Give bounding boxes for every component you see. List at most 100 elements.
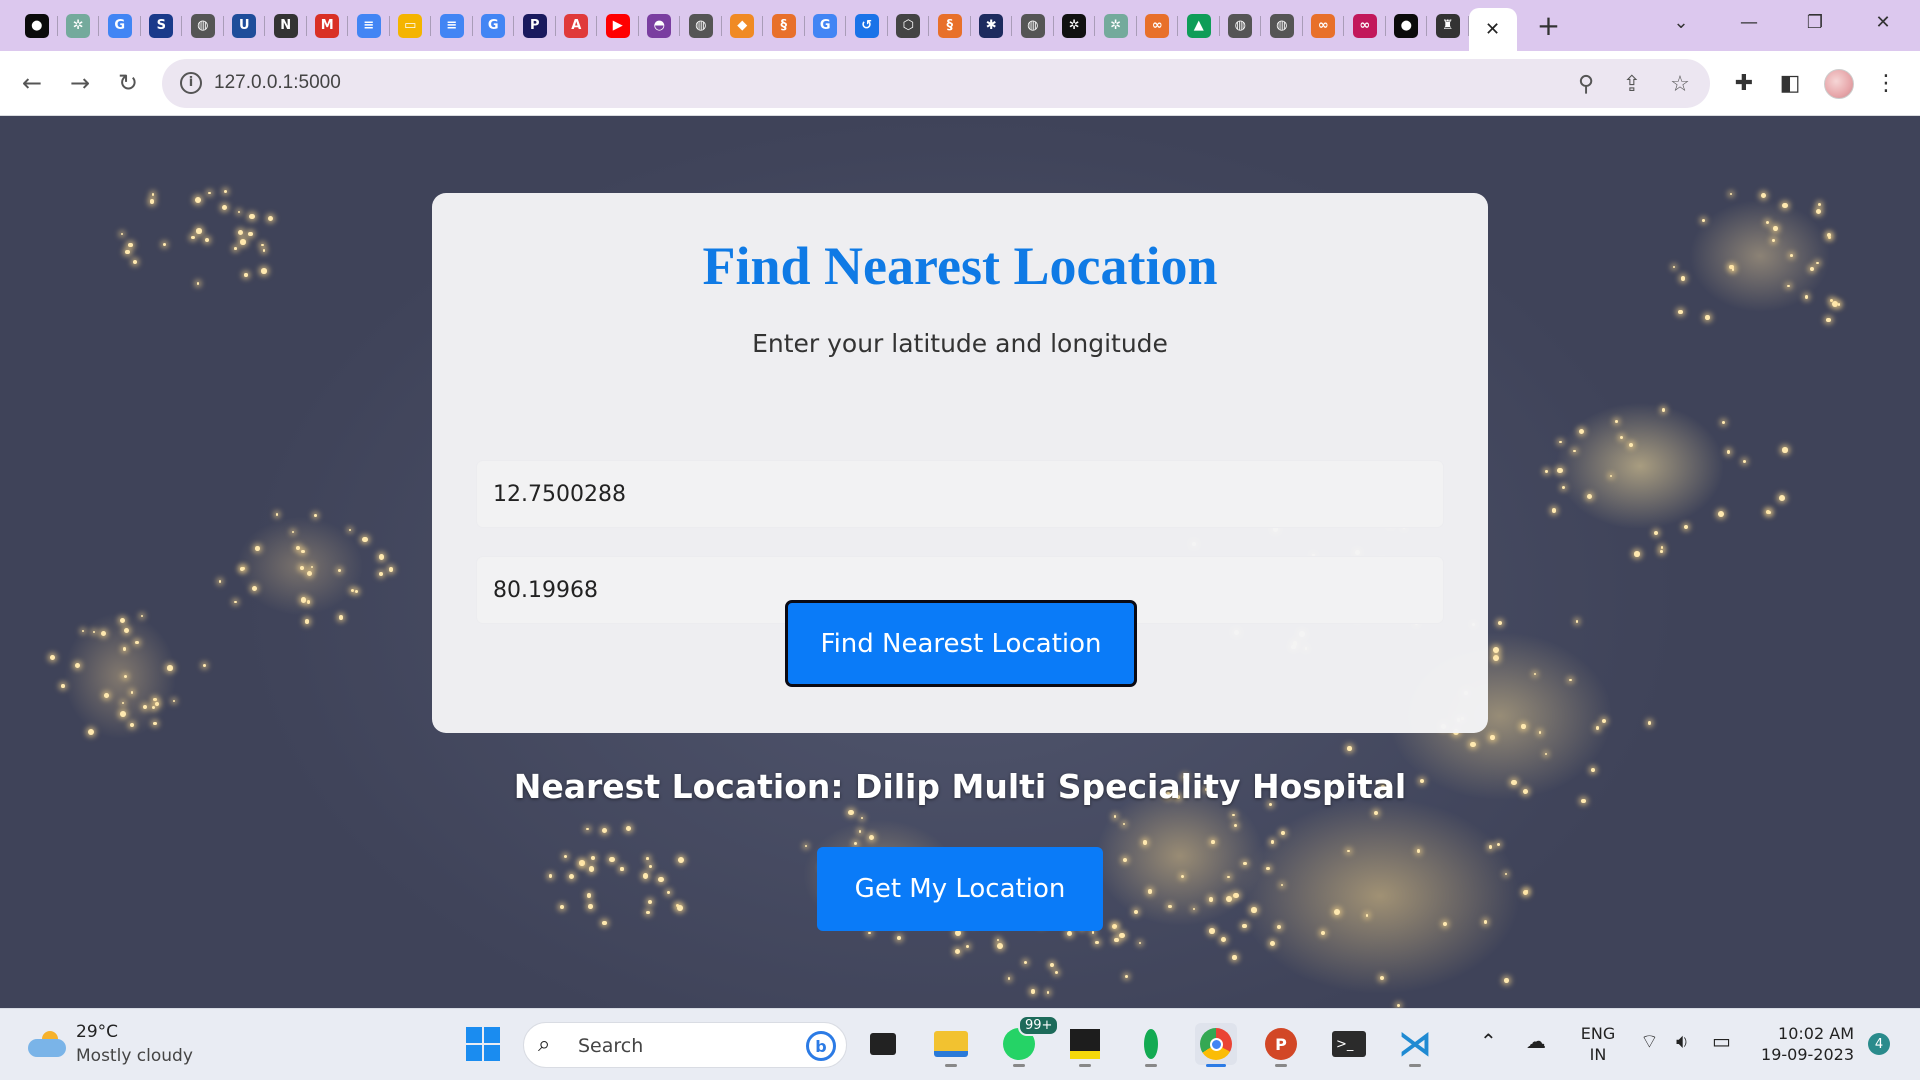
whatsapp-button[interactable]: 99+ [998,1015,1060,1067]
menu-kebab-icon[interactable]: ⋮ [1866,63,1906,103]
browser-tab[interactable]: ▭ [390,0,432,51]
city-light [140,615,144,618]
city-light [162,242,166,246]
location-pin-icon[interactable]: ⚲ [1572,70,1600,98]
mongodb-icon: ● [1394,13,1419,38]
browser-tab[interactable]: ▶ [597,0,639,51]
start-button[interactable] [462,1023,504,1065]
notification-count-badge[interactable]: 4 [1868,1033,1890,1055]
browser-tab[interactable]: ✲ [1095,0,1137,51]
new-tab-button[interactable]: + [1529,6,1569,46]
browser-tab[interactable]: § [929,0,971,51]
powerpoint-button[interactable]: P [1260,1023,1302,1067]
volume-icon[interactable]: 🔉︎ [1676,1029,1689,1053]
mongodb-compass-button[interactable] [1130,1023,1172,1067]
browser-tab[interactable]: A [556,0,598,51]
city-light [1730,192,1733,195]
city-light [1615,420,1618,423]
close-tab-icon[interactable]: ✕ [1485,19,1500,40]
latitude-input[interactable] [477,461,1443,527]
city-light [609,856,615,863]
browser-tab[interactable]: ⬡ [888,0,930,51]
show-hidden-icons-chevron-icon[interactable]: ⌃ [1480,1029,1497,1053]
browser-tab[interactable]: ◍ [1012,0,1054,51]
browser-tab[interactable]: ≡ [431,0,473,51]
share-icon[interactable]: ⇪ [1618,70,1646,98]
city-light [1575,620,1579,624]
city-light [234,601,237,604]
browser-tab[interactable]: ◓ [639,0,681,51]
browser-tab[interactable]: P [514,0,556,51]
chrome-button[interactable] [1195,1023,1237,1067]
browser-tab[interactable]: ∞ [1344,0,1386,51]
site-info-icon[interactable]: i [180,72,202,94]
forward-button[interactable]: → [60,63,100,103]
browser-tab[interactable]: ◍ [680,0,722,51]
browser-tab[interactable]: ∞ [1303,0,1345,51]
wifi-icon[interactable]: ⌔ [1640,1029,1659,1054]
sticky-notes-button[interactable] [1064,1023,1106,1067]
weather-cloud-icon[interactable] [28,1031,66,1057]
browser-tab[interactable]: S [141,0,183,51]
city-light [1470,741,1476,748]
browser-tab[interactable]: G [473,0,515,51]
city-light [626,826,631,831]
city-light [1761,192,1767,198]
browser-tab[interactable]: ↺ [846,0,888,51]
address-bar[interactable]: i 127.0.0.1:5000 ⚲ ⇪ ☆ [162,59,1710,108]
profile-avatar[interactable] [1824,69,1854,99]
city-light [1142,840,1148,846]
city-light [218,580,222,583]
onedrive-cloud-icon[interactable]: ☁ [1526,1029,1546,1053]
vscode-button[interactable]: ⋊ [1394,1023,1436,1067]
restore-button[interactable]: ❐ [1782,0,1848,44]
weather-description[interactable]: Mostly cloudy [76,1046,193,1066]
input-language[interactable]: ENG IN [1578,1023,1618,1065]
tab-search-chevron-icon[interactable]: ⌄ [1648,0,1714,44]
battery-icon[interactable]: ▭ [1712,1029,1731,1053]
city-light [658,876,664,883]
browser-tab[interactable]: ◆ [722,0,764,51]
browser-tab[interactable]: ✱ [971,0,1013,51]
drive-icon: ▲ [1186,13,1211,38]
city-light [1634,551,1640,557]
minimize-button[interactable]: — [1716,0,1782,44]
browser-tab[interactable]: M [307,0,349,51]
system-clock[interactable]: 10:02 AM 19-09-2023 [1752,1023,1854,1065]
browser-tab[interactable]: ◍ [1261,0,1303,51]
city-light [74,663,80,669]
weather-temperature[interactable]: 29°C [76,1022,118,1042]
taskbar-search[interactable]: ⌕ Search b [523,1022,847,1068]
browser-tab[interactable]: ● [1386,0,1428,51]
browser-tab[interactable]: ✲ [58,0,100,51]
get-my-location-button[interactable]: Get My Location [817,847,1103,931]
browser-tab[interactable]: G [99,0,141,51]
browser-tab[interactable]: ≡ [348,0,390,51]
task-view-button[interactable] [862,1023,904,1065]
back-button[interactable]: ← [12,63,52,103]
browser-tab[interactable]: U [224,0,266,51]
browser-tab[interactable]: N [265,0,307,51]
browser-tab[interactable]: ✲ [1054,0,1096,51]
active-tab[interactable]: ✕ [1468,8,1517,51]
browser-tab[interactable]: ▲ [1178,0,1220,51]
address-url[interactable]: 127.0.0.1:5000 [214,72,341,94]
file-explorer-button[interactable] [930,1023,972,1067]
slides-icon: ▭ [398,13,423,38]
browser-tab[interactable]: ♜ [1427,0,1469,51]
find-nearest-location-button[interactable]: Find Nearest Location [785,600,1137,687]
browser-tab[interactable]: ● [16,0,58,51]
close-window-button[interactable]: ✕ [1850,0,1916,44]
browser-tab[interactable]: ◍ [1220,0,1262,51]
browser-tab[interactable]: § [763,0,805,51]
browser-tab[interactable]: G [805,0,847,51]
terminal-button[interactable]: >_ [1328,1023,1370,1065]
browser-tab[interactable]: ∞ [1137,0,1179,51]
browser-tab[interactable]: ◍ [182,0,224,51]
infinity-icon: ∞ [1352,13,1377,38]
reload-button[interactable]: ↻ [108,63,148,103]
extensions-icon[interactable]: ✚ [1724,63,1764,103]
side-panel-icon[interactable]: ◧ [1770,63,1810,103]
bing-icon[interactable]: b [806,1031,836,1061]
bookmark-star-icon[interactable]: ☆ [1666,70,1694,98]
